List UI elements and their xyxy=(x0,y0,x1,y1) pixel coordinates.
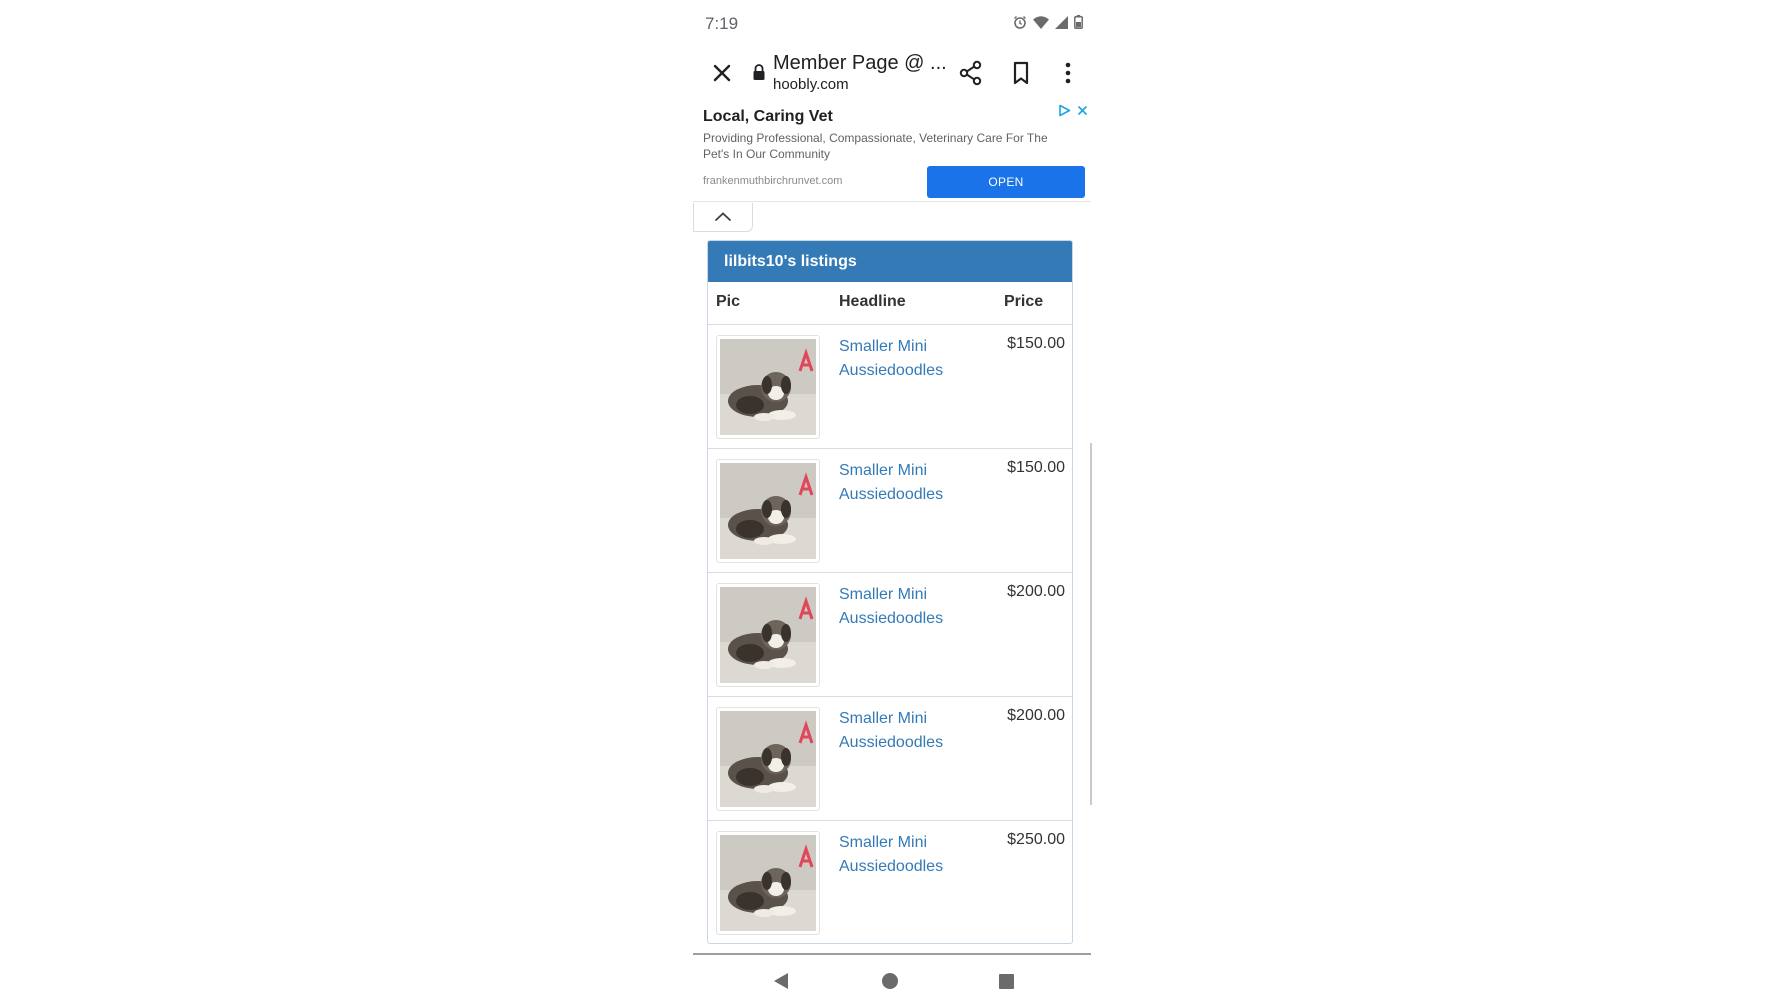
listing-thumbnail[interactable] xyxy=(716,583,820,687)
ad-collapse-button[interactable] xyxy=(693,203,753,232)
listing-headline-link[interactable]: Smaller Mini Aussiedoodles xyxy=(839,335,969,383)
share-icon[interactable] xyxy=(957,59,985,87)
puppy-photo-icon xyxy=(720,339,816,435)
ad-description: Providing Professional, Compassionate, V… xyxy=(703,131,1048,161)
bookmark-icon[interactable] xyxy=(1007,59,1035,87)
nav-divider xyxy=(693,953,1091,955)
listings-heading: lilbits10's listings xyxy=(708,241,1072,282)
puppy-photo-icon xyxy=(720,587,816,683)
puppy-photo-icon xyxy=(720,711,816,807)
browser-toolbar: Member Page @ ... hoobly.com xyxy=(693,48,1091,102)
listing-headline-link[interactable]: Smaller Mini Aussiedoodles xyxy=(839,459,969,507)
ad-url[interactable]: frankenmuthbirchrunvet.com xyxy=(703,175,842,187)
listings-panel: lilbits10's listings Pic Headline Price xyxy=(707,240,1073,944)
ad-banner[interactable]: Local, Caring Vet Providing Professional… xyxy=(693,102,1091,202)
status-time: 7:19 xyxy=(705,14,739,33)
page-title[interactable]: Member Page @ ... xyxy=(773,52,947,75)
listing-price: $150.00 xyxy=(1007,459,1065,476)
listing-rows: Smaller Mini Aussiedoodles $150.00 Small… xyxy=(708,325,1072,943)
listing-thumbnail[interactable] xyxy=(716,335,820,439)
table-header: Pic Headline Price xyxy=(708,282,1072,325)
listing-headline-link[interactable]: Smaller Mini Aussiedoodles xyxy=(839,707,969,755)
phone-screen: 7:19 Member Page @ ... hoobly.com Local,… xyxy=(693,0,1092,1000)
wifi-icon xyxy=(1033,15,1049,34)
listing-price: $200.00 xyxy=(1007,707,1065,724)
listing-thumbnail[interactable] xyxy=(716,459,820,563)
chevron-up-icon xyxy=(715,212,731,221)
ad-choices-icon[interactable] xyxy=(1058,104,1071,122)
status-icons xyxy=(1013,15,1083,34)
listing-price: $250.00 xyxy=(1007,831,1065,848)
lock-icon xyxy=(752,62,766,82)
battery-icon xyxy=(1074,15,1083,34)
column-headline: Headline xyxy=(839,293,906,310)
table-row[interactable]: Smaller Mini Aussiedoodles $250.00 xyxy=(708,821,1072,943)
more-vert-icon[interactable] xyxy=(1054,59,1082,87)
listing-price: $200.00 xyxy=(1007,583,1065,600)
table-row[interactable]: Smaller Mini Aussiedoodles $150.00 xyxy=(708,449,1072,573)
back-icon[interactable] xyxy=(773,972,789,995)
ad-close-icon[interactable] xyxy=(1076,104,1089,122)
scrollbar[interactable] xyxy=(1090,443,1092,805)
table-row[interactable]: Smaller Mini Aussiedoodles $200.00 xyxy=(708,573,1072,697)
listing-thumbnail[interactable] xyxy=(716,831,820,935)
column-price: Price xyxy=(1004,293,1044,310)
table-row[interactable]: Smaller Mini Aussiedoodles $150.00 xyxy=(708,325,1072,449)
column-pic: Pic xyxy=(716,293,741,310)
puppy-photo-icon xyxy=(720,463,816,559)
listing-headline-link[interactable]: Smaller Mini Aussiedoodles xyxy=(839,831,969,879)
listing-thumbnail[interactable] xyxy=(716,707,820,811)
home-icon[interactable] xyxy=(882,973,898,989)
puppy-photo-icon xyxy=(720,835,816,931)
ad-open-button[interactable]: OPEN xyxy=(927,166,1085,198)
status-bar: 7:19 xyxy=(693,0,1091,48)
ad-title[interactable]: Local, Caring Vet xyxy=(703,108,833,126)
listing-headline-link[interactable]: Smaller Mini Aussiedoodles xyxy=(839,583,969,631)
listing-price: $150.00 xyxy=(1007,335,1065,352)
table-row[interactable]: Smaller Mini Aussiedoodles $200.00 xyxy=(708,697,1072,821)
close-icon[interactable] xyxy=(707,58,737,88)
recents-icon[interactable] xyxy=(999,974,1014,989)
signal-icon xyxy=(1055,15,1068,34)
alarm-icon xyxy=(1013,15,1027,34)
page-domain[interactable]: hoobly.com xyxy=(773,76,849,93)
